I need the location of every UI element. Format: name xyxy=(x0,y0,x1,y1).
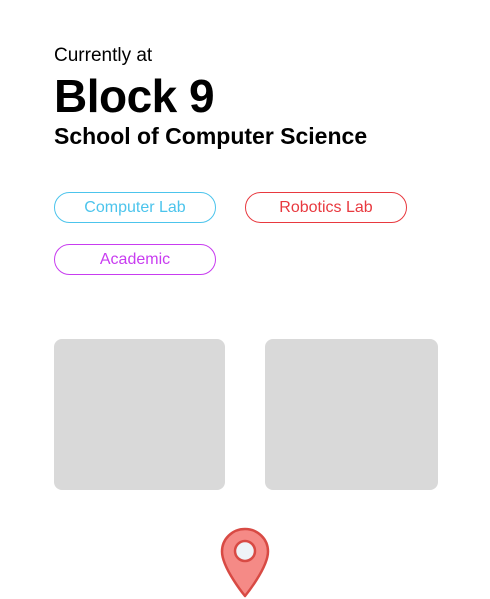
image-placeholder-left xyxy=(54,339,225,490)
tag-computer-lab[interactable]: Computer Lab xyxy=(54,192,216,223)
tag-robotics-lab[interactable]: Robotics Lab xyxy=(245,192,407,223)
tag-academic[interactable]: Academic xyxy=(54,244,216,275)
map-pin-center xyxy=(233,539,257,563)
map-pin-icon[interactable] xyxy=(220,527,270,599)
school-subtitle: School of Computer Science xyxy=(54,123,368,149)
currently-at-label: Currently at xyxy=(54,45,153,66)
map-pin-body xyxy=(220,527,270,598)
image-placeholder-right xyxy=(265,339,438,490)
block-title: Block 9 xyxy=(54,70,215,122)
location-header: Currently at Block 9 School of Computer … xyxy=(54,44,367,150)
